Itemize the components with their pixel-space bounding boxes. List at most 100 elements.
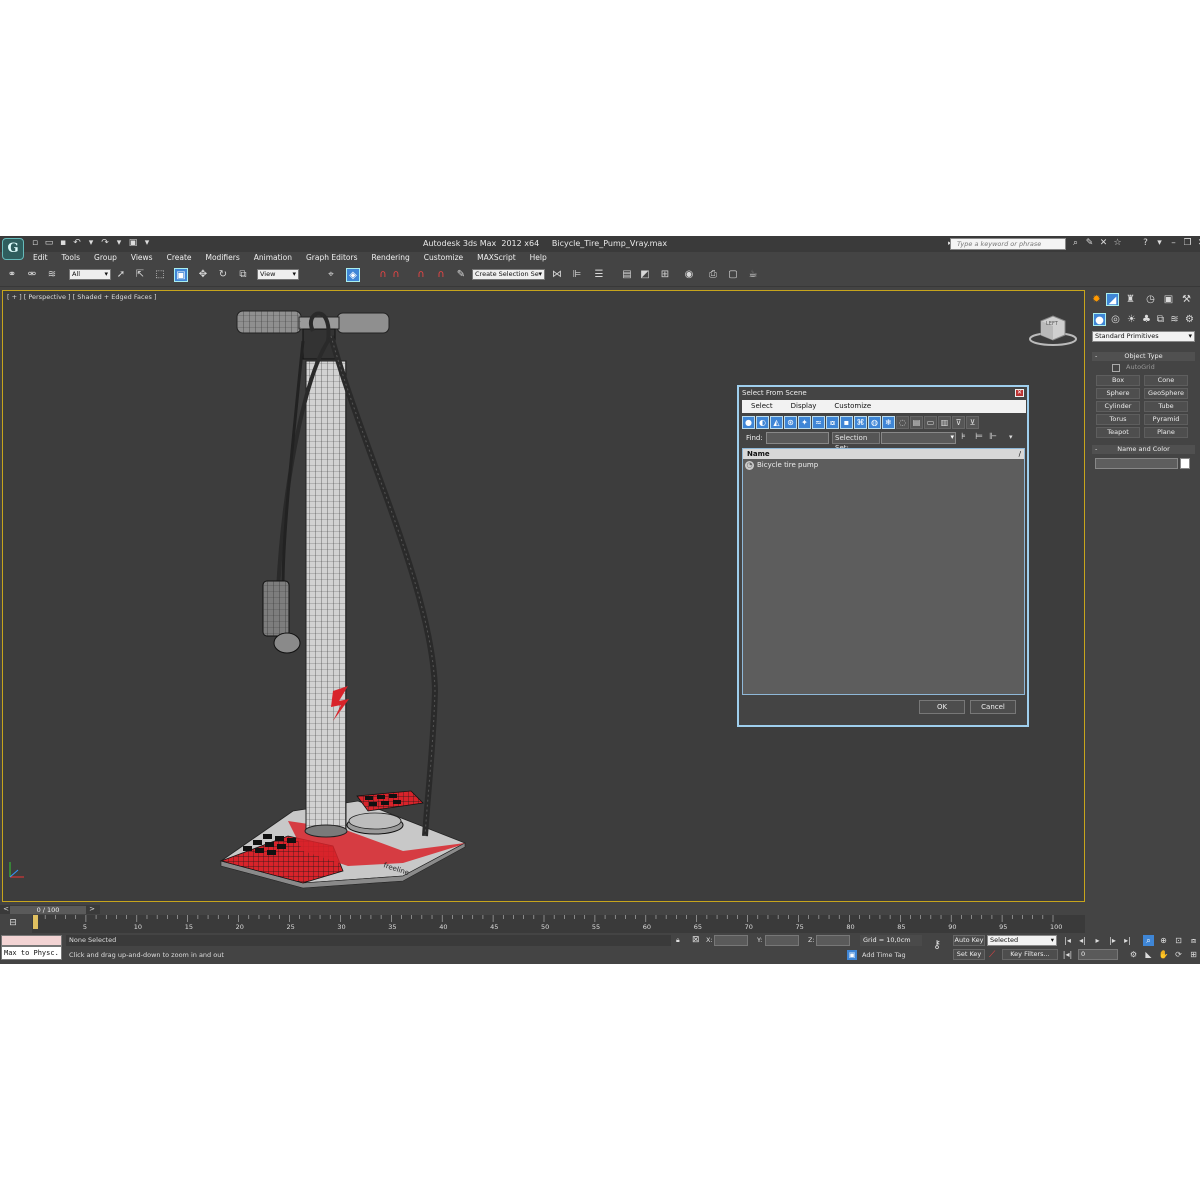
zoom-extents-all-icon[interactable]: ⧈ xyxy=(1188,935,1199,946)
maxscript-input[interactable]: Max to Physc. xyxy=(1,946,62,960)
zoom-extents-icon[interactable]: ⊡ xyxy=(1173,935,1184,946)
menu-rendering[interactable]: Rendering xyxy=(364,252,416,264)
help-icon[interactable]: ? xyxy=(1140,238,1151,249)
time-slider-label[interactable]: 0 / 100 xyxy=(10,906,86,914)
reference-coord-dropdown[interactable]: View xyxy=(257,269,299,280)
absolute-mode-icon[interactable]: ⊠ xyxy=(692,935,700,945)
graphite-ribbon-icon[interactable]: ▤ xyxy=(620,268,634,282)
spinner-snap-icon[interactable]: ∩ xyxy=(434,268,448,282)
geometry-category-icon[interactable]: ● xyxy=(1093,313,1106,326)
sort-icon[interactable]: / xyxy=(1019,449,1021,459)
display-tab-icon[interactable]: ▣ xyxy=(1162,293,1175,306)
name-and-color-rollout[interactable]: Name and Color xyxy=(1092,445,1195,454)
display-spacewarps-icon[interactable]: ≈ xyxy=(812,416,825,429)
pan-icon[interactable]: ✋ xyxy=(1158,949,1169,960)
link-icon[interactable]: ⚭ xyxy=(5,268,19,282)
helpers-category-icon[interactable]: ⧉ xyxy=(1154,313,1167,326)
key-mode-toggle-icon[interactable]: |◂| xyxy=(1062,949,1073,960)
filter-icon[interactable]: ⊽ xyxy=(952,416,965,429)
cone-button[interactable]: Cone xyxy=(1144,375,1188,386)
select-by-name-icon[interactable]: ⇱ xyxy=(133,268,147,282)
maxscript-output[interactable] xyxy=(1,935,62,946)
primitive-type-dropdown[interactable]: Standard Primitives xyxy=(1092,331,1195,342)
select-all-icon[interactable]: ▤ xyxy=(910,416,923,429)
menu-customize[interactable]: Customize xyxy=(417,252,470,264)
create-tab-icon[interactable]: ✹ xyxy=(1090,293,1103,306)
display-xrefs-icon[interactable]: ▪ xyxy=(840,416,853,429)
select-none-icon[interactable]: ▭ xyxy=(924,416,937,429)
box-button[interactable]: Box xyxy=(1096,375,1140,386)
mirror-icon[interactable]: ⋈ xyxy=(550,268,564,282)
list-column-header[interactable]: Name / xyxy=(743,449,1024,459)
display-shapes-icon[interactable]: ◐ xyxy=(756,416,769,429)
select-move-icon[interactable]: ✥ xyxy=(196,268,210,282)
current-frame-field[interactable]: 0 xyxy=(1078,949,1118,960)
align-icon[interactable]: ⊫ xyxy=(570,268,584,282)
display-lights-icon[interactable]: ◭ xyxy=(770,416,783,429)
time-config-icon[interactable]: ⚙ xyxy=(1128,949,1139,960)
display-groups-icon[interactable]: ⧇ xyxy=(826,416,839,429)
selection-set-dropdown[interactable] xyxy=(881,432,956,444)
menu-edit[interactable]: Edit xyxy=(26,252,55,264)
display-cameras-icon[interactable]: ⊛ xyxy=(784,416,797,429)
curve-editor-icon[interactable]: ◩ xyxy=(638,268,652,282)
ok-button[interactable]: OK xyxy=(919,700,965,714)
subscription-icon[interactable]: ✎ xyxy=(1084,238,1095,249)
time-tag-icon[interactable]: ▣ xyxy=(847,950,857,960)
select-rotate-icon[interactable]: ↻ xyxy=(216,268,230,282)
selection-filter-dropdown[interactable]: All xyxy=(69,269,111,280)
named-selection-sets-dropdown[interactable]: Create Selection Se xyxy=(472,269,545,280)
orbit-icon[interactable]: ⟳ xyxy=(1173,949,1184,960)
render-production-icon[interactable]: ☕ xyxy=(746,268,760,282)
render-setup-icon[interactable]: ⎙ xyxy=(706,268,720,282)
object-type-rollout[interactable]: Object Type xyxy=(1092,352,1195,361)
restore-icon[interactable]: ❐ xyxy=(1182,238,1193,249)
communication-icon[interactable]: ✕ xyxy=(1098,238,1109,249)
dialog-close-icon[interactable]: ✕ xyxy=(1015,389,1024,397)
add-time-tag[interactable]: Add Time Tag xyxy=(862,951,906,959)
maximize-viewport-icon[interactable]: ⊞ xyxy=(1188,949,1199,960)
sphere-button[interactable]: Sphere xyxy=(1096,388,1140,399)
object-color-swatch[interactable] xyxy=(1180,458,1190,469)
select-object-icon[interactable]: ➚ xyxy=(114,268,128,282)
menu-views[interactable]: Views xyxy=(124,252,160,264)
dialog-menu-customize[interactable]: Customize xyxy=(825,400,880,413)
dialog-title[interactable]: Select From Scene xyxy=(739,387,1027,399)
torus-button[interactable]: Torus xyxy=(1096,414,1140,425)
dialog-menu-select[interactable]: Select xyxy=(742,400,782,413)
cancel-button[interactable]: Cancel xyxy=(970,700,1016,714)
binoculars-icon[interactable]: ⌕ xyxy=(1070,238,1081,249)
select-children-icon[interactable]: ⊩ xyxy=(989,432,997,442)
window-crossing-icon[interactable]: ▣ xyxy=(174,268,188,282)
menu-help[interactable]: Help xyxy=(523,252,554,264)
systems-category-icon[interactable]: ⚙ xyxy=(1183,313,1196,326)
bind-spacewarp-icon[interactable]: ≋ xyxy=(45,268,59,282)
object-name-field[interactable] xyxy=(1095,458,1178,469)
select-dependents-icon[interactable]: ⊨ xyxy=(975,432,983,442)
menu-maxscript[interactable]: MAXScript xyxy=(470,252,523,264)
lock-selection-icon[interactable]: 🔒︎ xyxy=(676,936,680,945)
key-filters-button[interactable]: Key Filters... xyxy=(1002,949,1058,960)
display-frozen-icon[interactable]: ❄ xyxy=(882,416,895,429)
display-containers-icon[interactable]: ◍ xyxy=(868,416,881,429)
time-prev-icon[interactable]: < xyxy=(2,905,10,914)
time-next-icon[interactable]: > xyxy=(88,905,96,914)
set-key-icon[interactable]: ⚷ xyxy=(928,938,946,956)
minimize-icon[interactable]: – xyxy=(1168,238,1179,249)
select-manipulate-icon[interactable]: ◈ xyxy=(346,268,360,282)
display-bones-icon[interactable]: ⌘ xyxy=(854,416,867,429)
x-coord-field[interactable] xyxy=(714,935,748,946)
filter-options-icon[interactable]: ⊻ xyxy=(966,416,979,429)
tube-button[interactable]: Tube xyxy=(1144,401,1188,412)
favorites-star-icon[interactable]: ☆ xyxy=(1112,238,1123,249)
go-to-start-icon[interactable]: |◂ xyxy=(1062,935,1073,946)
unlink-icon[interactable]: ⚮ xyxy=(25,268,39,282)
cameras-category-icon[interactable]: ♣ xyxy=(1140,313,1153,326)
list-item[interactable]: ◔ Bicycle tire pump xyxy=(743,459,1024,471)
spacewarps-category-icon[interactable]: ≋ xyxy=(1168,313,1181,326)
cylinder-button[interactable]: Cylinder xyxy=(1096,401,1140,412)
angle-snap-icon[interactable]: ∩ xyxy=(389,268,403,282)
material-editor-icon[interactable]: ◉ xyxy=(682,268,696,282)
open-mini-curve-editor-icon[interactable]: ⊟ xyxy=(3,916,23,930)
layer-manager-icon[interactable]: ☰ xyxy=(592,268,606,282)
